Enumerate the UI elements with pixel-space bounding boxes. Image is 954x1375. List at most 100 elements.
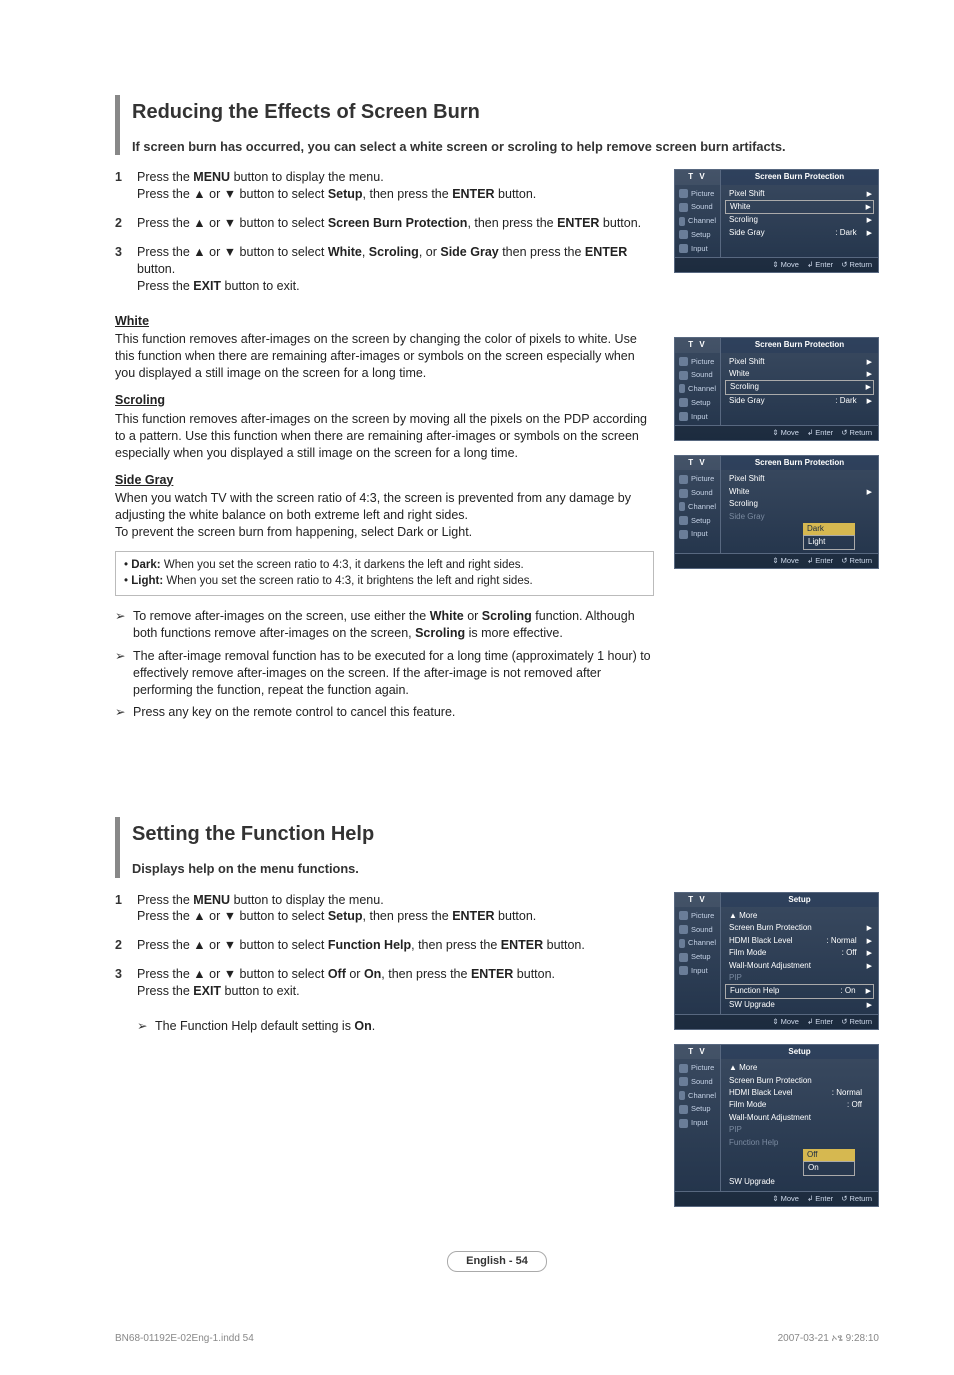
step-number: 3 [115, 966, 137, 1000]
osd-side-item: Picture [675, 355, 720, 369]
osd-side-item: Channel [675, 1089, 720, 1103]
osd-row-value: : Dark [835, 228, 866, 237]
sidegray-text: When you watch TV with the screen ratio … [115, 490, 654, 541]
menu-icon [679, 1091, 685, 1100]
osd-tv-label: T V [675, 893, 721, 907]
osd-side-item: Sound [675, 368, 720, 382]
osd-row-value: : Off [847, 1100, 872, 1109]
arrow-right-icon [866, 382, 871, 391]
menu-icon [679, 357, 688, 366]
print-file: BN68-01192E-02Eng-1.indd 54 [115, 1332, 254, 1346]
osd-title: Screen Burn Protection [721, 338, 878, 352]
osd-return-hint: Return [841, 428, 872, 438]
osd-side-item: Input [675, 410, 720, 424]
osd-row-label: Screen Burn Protection [729, 923, 812, 933]
arrow-right-icon [867, 228, 872, 237]
osd-main: ▲ MoreScreen Burn ProtectionHDMI Black L… [721, 1059, 878, 1191]
osd-row-label: Function Help [730, 986, 779, 996]
step-body: Press the ▲ or ▼ button to select Off or… [137, 966, 654, 1000]
osd-row-value: : On [840, 986, 865, 995]
sidegray-heading: Side Gray [115, 472, 654, 489]
osd-main: Pixel ShiftWhiteScrolingSide GrayDarkLig… [721, 470, 878, 552]
osd-title: Setup [721, 893, 878, 907]
step-number: 3 [115, 244, 137, 295]
section1-intro: If screen burn has occurred, you can sel… [132, 138, 879, 155]
osd-row-value: : Off [842, 948, 867, 957]
osd-sub-item: Off [803, 1149, 855, 1161]
osd-row: Pixel Shift [725, 356, 874, 368]
osd-side-item: Input [675, 1116, 720, 1130]
menu-icon [679, 516, 688, 525]
menu-icon [679, 398, 688, 407]
arrow-right-icon [866, 986, 871, 995]
osd-row: Scroling [725, 214, 874, 226]
arrow-right-icon [867, 215, 872, 224]
section1-steps: 1Press the MENU button to display the me… [115, 169, 654, 294]
osd-screen-burn-1: T V Screen Burn Protection PictureSoundC… [674, 169, 879, 273]
arrow-right-icon [867, 1000, 872, 1009]
osd-side-item: Channel [675, 214, 720, 228]
arrow-right-icon [867, 948, 872, 957]
section2-steps: 1Press the MENU button to display the me… [115, 892, 654, 1000]
osd-side-item: Input [675, 527, 720, 541]
osd-tv-label: T V [675, 1045, 721, 1059]
osd-move-hint: Move [772, 1194, 799, 1204]
white-heading: White [115, 313, 654, 330]
osd-side-item: Input [675, 242, 720, 256]
menu-icon [679, 371, 688, 380]
osd-move-hint: Move [772, 260, 799, 270]
osd-return-hint: Return [841, 1194, 872, 1204]
osd-sidebar: PictureSoundChannelSetupInput [675, 1059, 721, 1191]
osd-sidebar: PictureSoundChannelSetupInput [675, 470, 721, 552]
osd-row-label: Scroling [729, 499, 758, 509]
osd-side-item: Picture [675, 1061, 720, 1075]
dark-light-note: • Dark: When you set the screen ratio to… [115, 551, 654, 596]
osd-row-value: : Normal [826, 936, 866, 945]
osd-row-label: Pixel Shift [729, 357, 765, 367]
osd-row: White [725, 486, 874, 498]
osd-row-label: Side Gray [729, 396, 765, 406]
osd-enter-hint: Enter [807, 1017, 833, 1027]
osd-main: Pixel ShiftWhiteScrolingSide Gray: Dark [721, 353, 878, 426]
osd-row-label: HDMI Black Level [729, 936, 793, 946]
menu-icon [679, 925, 688, 934]
osd-row-label: PIP [729, 973, 742, 983]
osd-row-label: White [729, 487, 749, 497]
osd-row: Screen Burn Protection [725, 922, 874, 934]
osd-footer: Move Enter Return [675, 1191, 878, 1206]
section2-tip: The Function Help default setting is On. [137, 1018, 654, 1035]
menu-icon [679, 530, 688, 539]
section1-tips: To remove after-images on the screen, us… [115, 608, 654, 721]
osd-enter-hint: Enter [807, 428, 833, 438]
osd-move-hint: Move [772, 1017, 799, 1027]
osd-row: White [725, 200, 874, 214]
osd-return-hint: Return [841, 1017, 872, 1027]
tip-item: Press any key on the remote control to c… [115, 704, 654, 721]
osd-side-item: Sound [675, 923, 720, 937]
osd-side-item: Picture [675, 187, 720, 201]
osd-side-item: Setup [675, 514, 720, 528]
osd-side-item: Sound [675, 486, 720, 500]
osd-tv-label: T V [675, 456, 721, 470]
osd-side-item: Setup [675, 228, 720, 242]
menu-icon [679, 911, 688, 920]
osd-row: PIP [725, 1124, 874, 1136]
osd-title: Setup [721, 1045, 878, 1059]
osd-row-label: SW Upgrade [729, 1000, 775, 1010]
tip-item: The after-image removal function has to … [115, 648, 654, 699]
osd-row-label: ▲ More [729, 1063, 757, 1073]
osd-enter-hint: Enter [807, 1194, 833, 1204]
osd-move-hint: Move [772, 428, 799, 438]
osd-row-label: Scroling [730, 382, 759, 392]
arrow-right-icon [867, 189, 872, 198]
osd-row: Side Gray: Dark [725, 227, 874, 239]
menu-icon [679, 939, 685, 948]
menu-icon [679, 1064, 688, 1073]
osd-side-item: Setup [675, 1102, 720, 1116]
osd-footer: Move Enter Return [675, 425, 878, 440]
page-number: English - 54 [447, 1251, 547, 1272]
section2-tips: The Function Help default setting is On. [137, 1018, 654, 1035]
menu-icon [679, 1119, 688, 1128]
osd-row: Side Gray [725, 511, 874, 523]
osd-row: HDMI Black Level : Normal [725, 935, 874, 947]
